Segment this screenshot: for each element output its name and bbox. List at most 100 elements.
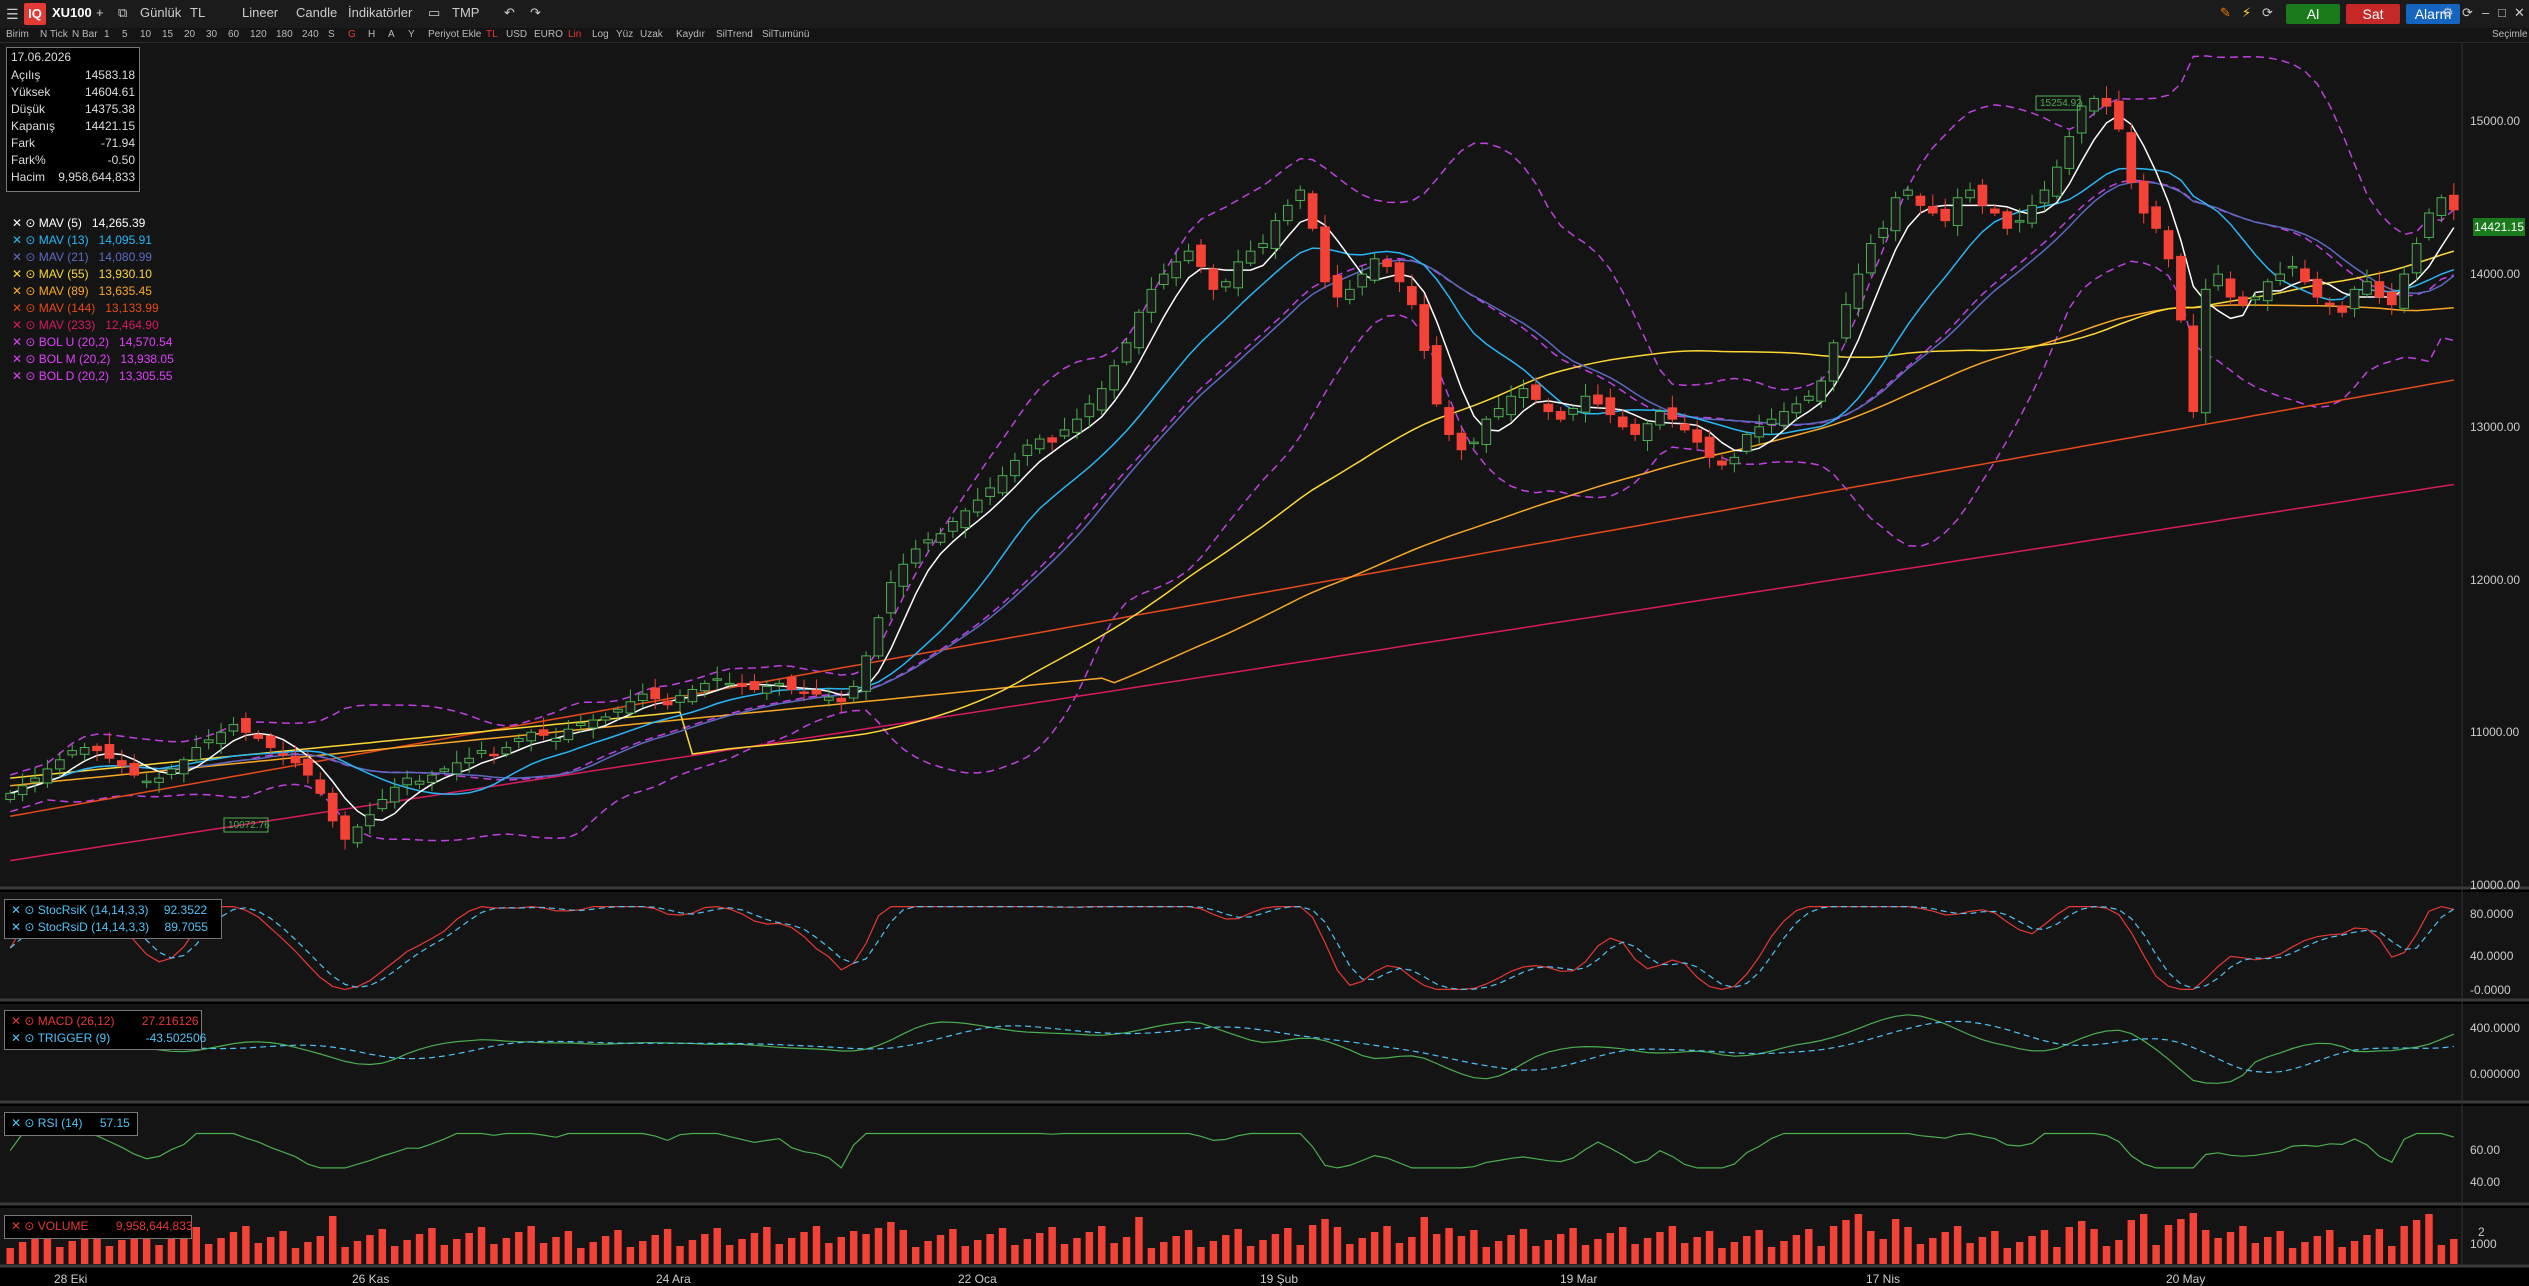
volume-bar [2388, 1246, 2396, 1264]
legend-item[interactable]: ✕ ⊙ MAV (55) 13,930.10 [12, 267, 152, 281]
volume-bar [713, 1228, 721, 1264]
legend-item[interactable]: ✕ ⊙ MAV (21) 14,080.99 [12, 250, 152, 264]
candle-body [575, 722, 586, 727]
candle-body [1493, 407, 1504, 418]
candle-body [2027, 204, 2037, 224]
chart-canvas[interactable]: 15254.92 10072.76 [0, 0, 2529, 1286]
volume-bar [316, 1236, 325, 1264]
legend-item[interactable]: ✕ ⊙ MAV (89) 13,635.45 [12, 284, 152, 298]
candle-body [1816, 380, 1827, 402]
low-marker-label: 10072.76 [228, 820, 270, 831]
volume-bar [676, 1246, 684, 1264]
candle-body [948, 521, 958, 532]
candle-body [476, 750, 487, 754]
volume-bar [750, 1233, 759, 1264]
candle-body [253, 734, 264, 739]
volume-bar [1222, 1235, 1230, 1264]
ohlc-row: Açılış 14583.18 [11, 68, 135, 84]
legend-item[interactable]: ✕ ⊙ MAV (144) 13,133.99 [12, 301, 159, 315]
legend-item[interactable]: ✕ ⊙ BOL D (20,2) 13,305.55 [12, 369, 172, 383]
candle-body [2052, 166, 2062, 197]
stoch-d-item[interactable]: ✕ ⊙ StocRsiD (14,14,3,3) 89.7055 [11, 920, 208, 934]
candle-body [203, 739, 214, 744]
volume-bar [1358, 1238, 1366, 1264]
volume-bar [477, 1227, 486, 1264]
candle-body [54, 759, 65, 770]
legend-toggle-icon[interactable]: ✕ ⊙ [12, 284, 39, 298]
candle-body [1518, 388, 1529, 398]
ohlc-key: Hacim [11, 170, 46, 184]
volume-bar [366, 1235, 374, 1264]
legend-toggle-icon[interactable]: ✕ ⊙ [12, 216, 39, 230]
volume-bar [1383, 1226, 1391, 1264]
candle-body [1146, 288, 1157, 313]
ohlc-date: 17.06.2026 [11, 50, 135, 66]
volume-bar [577, 1248, 585, 1264]
stoch-k-item[interactable]: ✕ ⊙ StocRsiK (14,14,3,3) 92.3522 [11, 903, 207, 917]
legend-item[interactable]: ✕ ⊙ MAV (233) 12,464.90 [12, 318, 159, 332]
candle-body [1977, 184, 1988, 206]
volume-bar [2338, 1247, 2346, 1264]
volume-bar [1606, 1233, 1615, 1264]
legend-item[interactable]: ✕ ⊙ MAV (5) 14,265.39 [12, 216, 145, 230]
candle-body [290, 755, 301, 764]
candle-body [1344, 288, 1355, 300]
candle-body [2399, 273, 2410, 309]
candle-body [191, 747, 202, 761]
candle-body [1270, 220, 1281, 249]
candle-body [439, 768, 450, 772]
legend-item[interactable]: ✕ ⊙ MAV (13) 14,095.91 [12, 233, 152, 247]
legend-toggle-icon[interactable]: ✕ ⊙ [12, 267, 39, 281]
candle-body [2374, 281, 2385, 298]
ohlc-value: 14604.61 [84, 85, 135, 99]
candle-body [600, 716, 611, 721]
legend-item[interactable]: ✕ ⊙ BOL M (20,2) 13,938.05 [12, 352, 174, 366]
volume-bar [2152, 1245, 2160, 1264]
macd-item[interactable]: ✕ ⊙ MACD (26,12) 27.216126 [11, 1014, 199, 1028]
volume-bar [167, 1239, 176, 1264]
legend-toggle-icon[interactable]: ✕ ⊙ [12, 352, 39, 366]
ohlc-value: 14421.15 [84, 119, 135, 133]
legend-toggle-icon[interactable]: ✕ ⊙ [12, 233, 39, 247]
ohlc-row: Fark -71.94 [11, 136, 135, 152]
legend-toggle-icon[interactable]: ✕ ⊙ [12, 301, 39, 315]
volume-bar [6, 1248, 14, 1264]
candle-body [2225, 278, 2236, 298]
volume-bar [527, 1226, 535, 1264]
candle-body [1394, 262, 1405, 283]
stoch-d-value: 89.7055 [164, 920, 208, 934]
volume-bar [229, 1232, 238, 1264]
legend-toggle-icon[interactable]: ✕ ⊙ [12, 250, 39, 264]
candle-body [935, 533, 946, 543]
rsi-item[interactable]: ✕ ⊙ RSI (14) 57.15 [11, 1116, 130, 1130]
candle-body [675, 695, 685, 703]
candle-body [1220, 281, 1231, 288]
legend-toggle-icon[interactable]: ✕ ⊙ [12, 335, 39, 349]
volume-bar [1110, 1243, 1118, 1264]
volume-bar [2301, 1242, 2309, 1264]
legend-toggle-icon[interactable]: ✕ ⊙ [12, 318, 39, 332]
candle-body [489, 753, 499, 757]
volume-bar [887, 1222, 895, 1264]
volume-bar [1395, 1243, 1404, 1264]
candle-body [154, 777, 164, 783]
candle-body [2287, 265, 2298, 269]
volume-item[interactable]: ✕ ⊙ VOLUME 9,958,644,833 [11, 1219, 193, 1233]
candle-body [327, 792, 338, 822]
candle-body [1878, 227, 1889, 238]
volume-bar [403, 1240, 411, 1264]
volume-bar [1730, 1242, 1739, 1264]
ohlc-value: 14375.38 [84, 102, 135, 116]
candle-body [241, 718, 251, 733]
volume-bar [1346, 1244, 1354, 1264]
indicator-axis-label: 60.00 [2470, 1143, 2501, 1157]
candle-body [513, 737, 524, 742]
trigger-item[interactable]: ✕ ⊙ TRIGGER (9) -43.502506 [11, 1031, 206, 1045]
candle-body [2262, 281, 2273, 302]
volume-bar [217, 1238, 225, 1264]
legend-name: MAV (144) [38, 301, 96, 315]
legend-item[interactable]: ✕ ⊙ BOL U (20,2) 14,570.54 [12, 335, 172, 349]
legend-toggle-icon[interactable]: ✕ ⊙ [12, 369, 39, 383]
price-axis-label: 12000.00 [2470, 572, 2521, 587]
volume-bar [1978, 1237, 1987, 1264]
